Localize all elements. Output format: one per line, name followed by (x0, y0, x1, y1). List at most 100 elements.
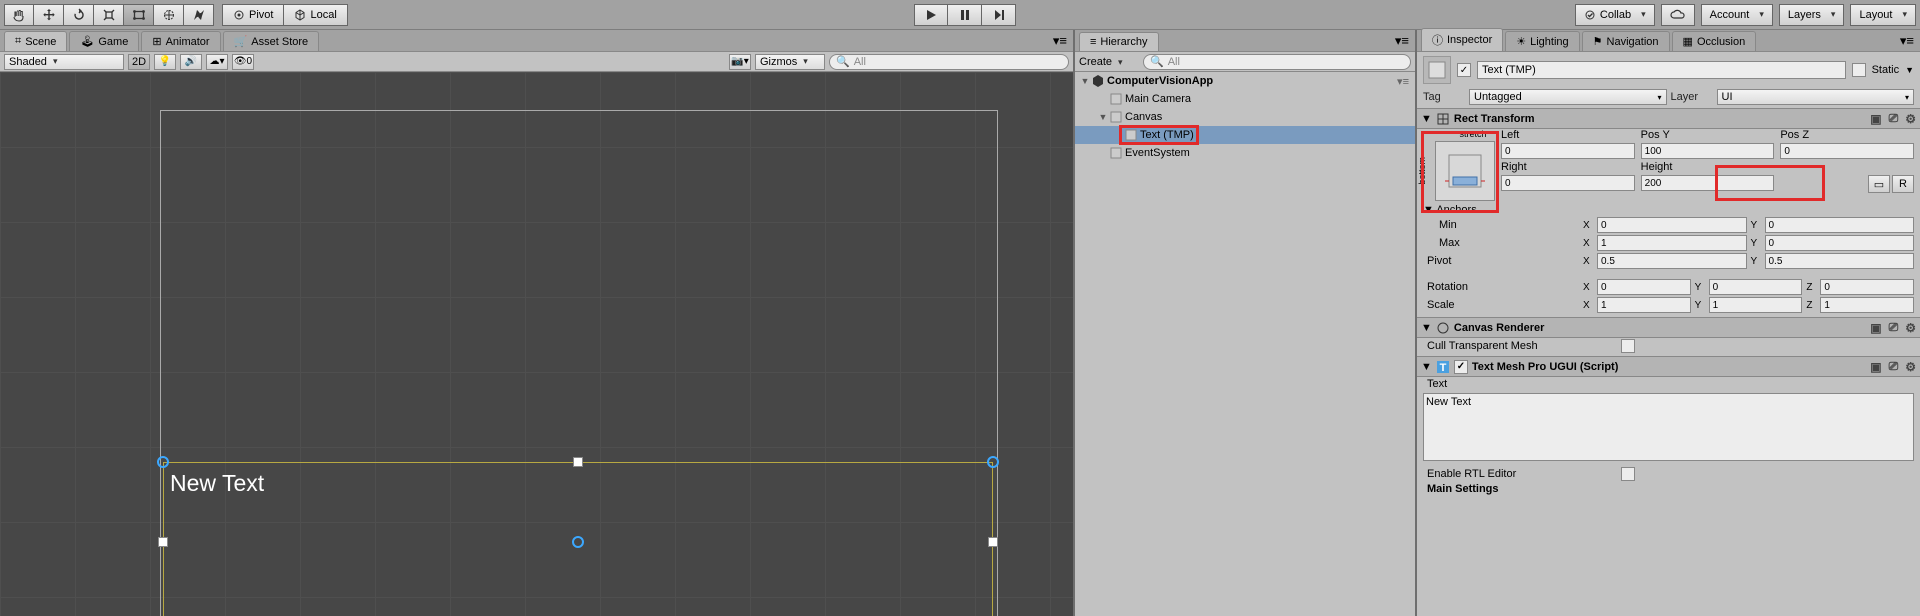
anchors-foldout[interactable]: ▼ Anchors (1423, 204, 1477, 216)
layers-dropdown[interactable]: Layers (1779, 4, 1845, 26)
tag-dropdown[interactable]: Untagged (1469, 89, 1667, 105)
pause-button[interactable] (948, 4, 982, 26)
tmp-enabled-checkbox[interactable]: ✓ (1454, 360, 1468, 374)
scene-options-icon[interactable]: ▾≡ (1397, 75, 1409, 88)
account-dropdown[interactable]: Account (1701, 4, 1773, 26)
hierarchy-search[interactable]: 🔍All (1143, 54, 1411, 70)
scene-tab-icon: ⌗ (15, 35, 21, 48)
static-checkbox[interactable] (1852, 63, 1866, 77)
custom-tools[interactable] (184, 4, 214, 26)
layer-dropdown[interactable]: UI (1717, 89, 1915, 105)
tab-asset-store[interactable]: 🛒 Asset Store (223, 31, 320, 51)
pivot-x-input[interactable] (1597, 253, 1747, 269)
preset-icon[interactable]: ⎚ (1889, 320, 1899, 335)
main-settings-label: Main Settings (1427, 483, 1499, 495)
tab-game[interactable]: 🕹 Game (69, 31, 139, 51)
help-icon[interactable]: ▣ (1870, 360, 1881, 374)
right-input[interactable] (1501, 175, 1635, 191)
raw-edit-button[interactable]: R (1892, 175, 1914, 193)
collab-dropdown[interactable]: Collab (1575, 4, 1655, 26)
rot-x-input[interactable] (1597, 279, 1691, 295)
camera-toggle[interactable]: 📷▾ (729, 54, 751, 70)
posz-input[interactable] (1780, 143, 1914, 159)
scale-y-input[interactable] (1709, 297, 1803, 313)
scale-z-input[interactable] (1820, 297, 1914, 313)
max-x-input[interactable] (1597, 235, 1747, 251)
inspector-label: Inspector (1447, 34, 1492, 46)
gear-icon[interactable]: ⚙ (1905, 112, 1916, 126)
lighting-toggle[interactable]: 💡 (154, 54, 176, 70)
blueprint-mode-button[interactable]: ▭ (1868, 175, 1890, 193)
rect-tool[interactable] (124, 4, 154, 26)
help-icon[interactable]: ▣ (1870, 321, 1881, 335)
hidden-toggle[interactable]: 👁0 (232, 54, 254, 70)
tab-inspector[interactable]: ⓘInspector (1421, 28, 1503, 51)
cloud-button[interactable] (1661, 4, 1695, 26)
tab-scene[interactable]: ⌗ Scene (4, 31, 67, 51)
2d-label: 2D (132, 56, 146, 68)
height-label: Height (1641, 161, 1775, 173)
tab-hierarchy[interactable]: ≡ Hierarchy (1079, 32, 1159, 51)
preset-icon[interactable]: ⎚ (1889, 111, 1899, 126)
hierarchy-scene-root[interactable]: ▼ ComputerVisionApp ▾≡ (1075, 72, 1415, 90)
gear-icon[interactable]: ⚙ (1905, 321, 1916, 335)
posy-input[interactable] (1641, 143, 1775, 159)
scale-x-input[interactable] (1597, 297, 1691, 313)
min-x-input[interactable] (1597, 217, 1747, 233)
hierarchy-text-tmp[interactable]: Text (TMP) (1075, 126, 1415, 144)
cull-checkbox[interactable] (1621, 339, 1635, 353)
preset-icon[interactable]: ⎚ (1889, 359, 1899, 374)
inspector-panel-menu[interactable]: ▾≡ (1894, 31, 1920, 51)
2d-toggle[interactable]: 2D (128, 54, 150, 70)
layout-dropdown[interactable]: Layout (1850, 4, 1916, 26)
move-tool[interactable] (34, 4, 64, 26)
shading-mode-dropdown[interactable]: Shaded (4, 54, 124, 70)
tab-lighting[interactable]: ☀Lighting (1505, 31, 1579, 51)
audio-toggle[interactable]: 🔊 (180, 54, 202, 70)
rtl-checkbox[interactable] (1621, 467, 1635, 481)
create-dropdown[interactable]: Create (1079, 56, 1139, 68)
fx-toggle[interactable]: ☁▾ (206, 54, 228, 70)
scene-panel-menu[interactable]: ▾≡ (1047, 31, 1073, 51)
transform-tool[interactable] (154, 4, 184, 26)
hierarchy-canvas[interactable]: ▼ Canvas (1075, 108, 1415, 126)
hierarchy-panel-menu[interactable]: ▾≡ (1389, 31, 1415, 51)
tab-occlusion[interactable]: ▦Occlusion (1672, 31, 1757, 51)
scene-name-label: ComputerVisionApp (1107, 75, 1213, 87)
step-button[interactable] (982, 4, 1016, 26)
hierarchy-event-system[interactable]: EventSystem (1075, 144, 1415, 162)
hand-tool[interactable] (4, 4, 34, 26)
min-y-input[interactable] (1765, 217, 1915, 233)
rotate-tool[interactable] (64, 4, 94, 26)
hierarchy-main-camera[interactable]: Main Camera (1075, 90, 1415, 108)
anchor-preset-button[interactable] (1435, 141, 1495, 201)
rect-transform-header[interactable]: ▼ Rect Transform ▣ ⎚ ⚙ (1417, 108, 1920, 129)
tmp-text-input[interactable] (1423, 393, 1914, 461)
scene-search[interactable]: 🔍All (829, 54, 1069, 70)
gameobject-icon (1109, 92, 1123, 106)
gear-icon[interactable]: ⚙ (1905, 360, 1916, 374)
hier-search-placeholder: All (1168, 56, 1180, 68)
canvas-renderer-header[interactable]: ▼ Canvas Renderer ▣ ⎚ ⚙ (1417, 317, 1920, 338)
play-button[interactable] (914, 4, 948, 26)
active-checkbox[interactable]: ✓ (1457, 63, 1471, 77)
left-input[interactable] (1501, 143, 1635, 159)
scene-panel: ⌗ Scene 🕹 Game ⊞ Animator 🛒 Asset Store … (0, 30, 1075, 616)
pivot-toggle[interactable]: Pivot (222, 4, 284, 26)
tmp-header[interactable]: ▼ T ✓ Text Mesh Pro UGUI (Script) ▣ ⎚ ⚙ (1417, 356, 1920, 377)
pivot-y-input[interactable] (1765, 253, 1915, 269)
help-icon[interactable]: ▣ (1870, 112, 1881, 126)
rect-transform-title: Rect Transform (1454, 113, 1863, 125)
tab-navigation[interactable]: ⚑Navigation (1582, 31, 1670, 51)
scene-viewport[interactable]: New Text (0, 72, 1073, 616)
local-toggle[interactable]: Local (284, 4, 347, 26)
height-input[interactable] (1641, 175, 1775, 191)
scale-tool[interactable] (94, 4, 124, 26)
rot-y-input[interactable] (1709, 279, 1803, 295)
gameobject-name-input[interactable] (1477, 61, 1846, 79)
gizmos-dropdown[interactable]: Gizmos (755, 54, 825, 70)
tab-animator[interactable]: ⊞ Animator (141, 31, 220, 51)
max-y-input[interactable] (1765, 235, 1915, 251)
rot-z-input[interactable] (1820, 279, 1914, 295)
static-dropdown-arrow[interactable]: ▼ (1905, 65, 1914, 75)
